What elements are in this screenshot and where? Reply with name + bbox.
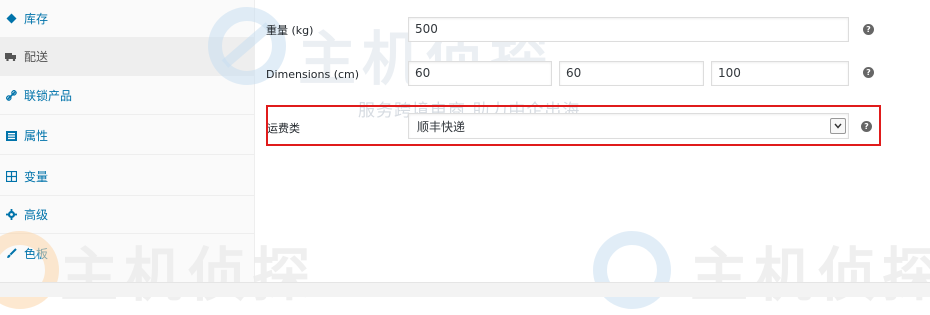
gear-icon xyxy=(4,209,18,220)
list-icon xyxy=(4,130,18,141)
tab-shipping-label: 配送 xyxy=(24,50,49,64)
tab-inventory[interactable]: 库存 xyxy=(0,0,254,38)
shipping-class-help-icon[interactable]: ? xyxy=(861,121,872,132)
tab-attributes[interactable]: 属性 xyxy=(0,117,254,155)
shipping-class-select[interactable]: 顺丰快递 xyxy=(408,113,849,139)
product-data-tabs: 库存 配送 联锁产品 属性 变量 高级 色板 xyxy=(0,0,255,282)
weight-label: 重量 (kg) xyxy=(266,24,314,37)
chevron-down-icon[interactable] xyxy=(830,118,846,134)
tab-variations-label: 变量 xyxy=(24,170,49,184)
tab-attributes-label: 属性 xyxy=(24,129,49,143)
shipping-class-value: 顺丰快递 xyxy=(417,119,466,134)
dimensions-help-icon[interactable]: ? xyxy=(863,67,874,78)
tab-advanced[interactable]: 高级 xyxy=(0,196,254,234)
shipping-class-label: 运费类 xyxy=(267,122,300,135)
tab-shipping[interactable]: 配送 xyxy=(0,38,254,76)
tab-inventory-label: 库存 xyxy=(24,12,49,26)
tab-linked-products-label: 联锁产品 xyxy=(24,89,73,103)
length-input[interactable]: 60 xyxy=(408,61,552,86)
tab-advanced-label: 高级 xyxy=(24,208,49,222)
tab-linked-products[interactable]: 联锁产品 xyxy=(0,77,254,115)
brush-icon xyxy=(4,247,18,259)
link-icon xyxy=(4,90,18,101)
grid-icon xyxy=(4,171,18,182)
truck-icon xyxy=(4,52,18,61)
weight-help-icon[interactable]: ? xyxy=(863,24,874,35)
bottom-bar xyxy=(0,282,930,297)
watermark-brand-bottom-right: 主机侦探 xyxy=(690,241,930,309)
tab-swatches[interactable]: 色板 xyxy=(0,234,254,272)
dimensions-label: Dimensions (cm) xyxy=(266,68,360,81)
tag-icon xyxy=(4,13,18,24)
height-input[interactable]: 100 xyxy=(711,61,849,86)
tab-swatches-label: 色板 xyxy=(24,246,49,261)
width-input[interactable]: 60 xyxy=(559,61,704,86)
weight-input[interactable]: 500 xyxy=(408,17,849,42)
watermark-logo-bottom-right xyxy=(590,228,674,315)
tab-variations[interactable]: 变量 xyxy=(0,158,254,196)
